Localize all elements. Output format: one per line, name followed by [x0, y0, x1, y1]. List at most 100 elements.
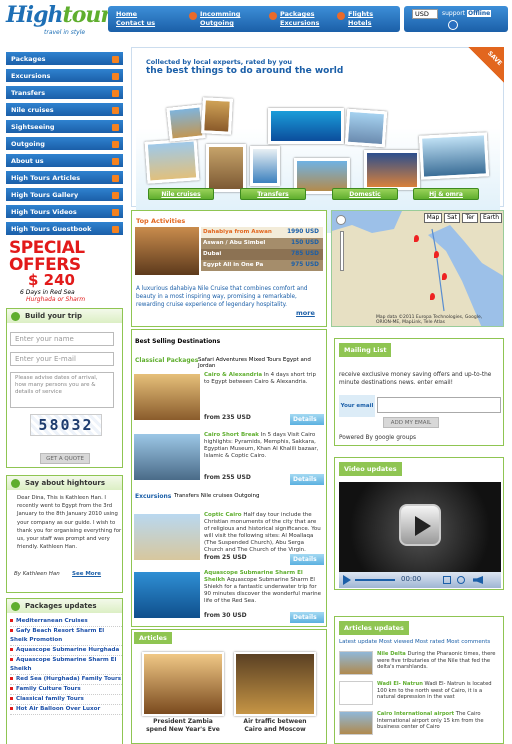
nav-hotels[interactable]: Hotels: [348, 19, 373, 28]
notes-textarea[interactable]: Please advise dates of arrival, how many…: [10, 372, 114, 408]
sidebar-item-transfers[interactable]: Transfers: [6, 86, 123, 101]
play-button[interactable]: [399, 504, 441, 546]
details-button[interactable]: Details: [290, 414, 324, 425]
activity-row[interactable]: Aswan / Abu Simbel 150 USD: [201, 238, 323, 249]
map-type-sat[interactable]: Sat: [444, 213, 460, 223]
hero-photo-6[interactable]: [344, 108, 388, 148]
sidebar-item-high-tours-articles[interactable]: High Tours Articles: [6, 171, 123, 186]
details-button[interactable]: Details: [290, 612, 324, 623]
map-type-map[interactable]: Map: [424, 213, 442, 223]
map-marker-icon[interactable]: [434, 251, 439, 258]
article-update-image[interactable]: [339, 651, 373, 675]
hero-photo-2[interactable]: [201, 97, 233, 135]
video-player[interactable]: 00:00: [339, 482, 501, 588]
article-caption-1[interactable]: President Zambia spend New Year's Eve: [144, 718, 222, 734]
nav-flights[interactable]: Flights: [348, 10, 373, 19]
package-update-link[interactable]: Gafy Beach Resort Sharm El Sheik Promoti…: [10, 627, 122, 646]
rss-icon[interactable]: [112, 175, 119, 182]
sidebar-item-high-tours-gallery[interactable]: High Tours Gallery: [6, 188, 123, 203]
rss-icon[interactable]: [112, 192, 119, 199]
package-update-link[interactable]: Family Culture Tours: [10, 685, 122, 695]
settings-icon[interactable]: [457, 576, 465, 584]
tour-title[interactable]: Cairo Short Break: [204, 432, 259, 438]
rss-icon[interactable]: [112, 90, 119, 97]
tour-title[interactable]: Coptic Cairo: [204, 512, 242, 518]
tab-hajj-omra[interactable]: Hj & omra: [413, 188, 479, 200]
name-input[interactable]: Enter your name: [10, 332, 114, 346]
excursions-tab[interactable]: Excursions: [135, 493, 171, 500]
sidebar-item-nile-cruises[interactable]: Nile cruises: [6, 103, 123, 118]
map-marker-icon[interactable]: [430, 293, 435, 300]
google-map[interactable]: Map Sat Ter Earth Map data ©2011 Europa …: [331, 210, 504, 327]
map-type-ter[interactable]: Ter: [462, 213, 478, 223]
currency-select[interactable]: USD: [412, 9, 438, 19]
support-status[interactable]: support Offline: [442, 9, 492, 19]
sidebar-item-outgoing[interactable]: Outgoing: [6, 137, 123, 152]
rss-icon[interactable]: [112, 124, 119, 131]
activity-row[interactable]: Egypt All in One Pa 975 USD: [201, 260, 323, 271]
sidebar-item-packages[interactable]: Packages: [6, 52, 123, 67]
rss-icon[interactable]: [112, 209, 119, 216]
nav-incoming[interactable]: Incomming: [200, 10, 240, 19]
special-offer-banner[interactable]: SPECIAL OFFERS $ 240 6 Days in Red Sea Hu…: [6, 240, 123, 304]
tab-transfers[interactable]: Transfers: [240, 188, 306, 200]
tour-image[interactable]: [134, 514, 200, 560]
see-more-link[interactable]: See More: [72, 571, 101, 577]
volume-icon[interactable]: [473, 576, 483, 584]
control-play-icon[interactable]: [343, 575, 351, 585]
rss-icon[interactable]: [112, 226, 119, 233]
article-caption-2[interactable]: Air traffic between Cairo and Moscow: [236, 718, 314, 734]
fullscreen-icon[interactable]: [443, 576, 451, 584]
tour-image[interactable]: [134, 374, 200, 420]
get-quote-button[interactable]: GET A QUOTE: [40, 453, 90, 464]
tab-domestic[interactable]: Domestic: [332, 188, 398, 200]
activity-row[interactable]: Dahabiya from Aswan 1990 USD: [201, 227, 323, 238]
hero-photo-3[interactable]: [206, 144, 246, 192]
map-type-earth[interactable]: Earth: [480, 213, 502, 223]
mailing-email-input[interactable]: [377, 397, 501, 413]
rss-icon[interactable]: [112, 141, 119, 148]
tour-title[interactable]: Cairo & Alexandria: [204, 372, 262, 378]
article-update-title[interactable]: Wadi El- Natrun: [377, 681, 423, 687]
excursions-subtabs[interactable]: Transfers Nile cruises Outgoing: [174, 493, 260, 499]
map-zoom-slider[interactable]: [340, 231, 344, 271]
package-update-link[interactable]: Classical family Tours: [10, 695, 122, 705]
rss-icon[interactable]: [112, 73, 119, 80]
nav-excursions[interactable]: Excursions: [280, 19, 319, 28]
map-marker-icon[interactable]: [414, 235, 419, 242]
article-image-1[interactable]: [142, 652, 224, 716]
details-button[interactable]: Details: [290, 474, 324, 485]
email-input[interactable]: Enter your E-mail: [10, 352, 114, 366]
site-logo[interactable]: Hightours travel in style: [6, 2, 123, 40]
classical-tab[interactable]: Classical Packages: [135, 357, 198, 364]
package-update-link[interactable]: Aquascope Submarine Sharm El Sheikh: [10, 656, 122, 675]
article-update-title[interactable]: Nile Delta: [377, 651, 406, 657]
sidebar-item-high-tours-videos[interactable]: High Tours Videos: [6, 205, 123, 220]
articles-tabs[interactable]: Latest update Most viewed Most rated Mos…: [339, 639, 490, 645]
article-update-image[interactable]: [339, 681, 373, 705]
rss-icon[interactable]: [112, 158, 119, 165]
hero-photo-4[interactable]: [250, 146, 280, 186]
sidebar-item-excursions[interactable]: Excursions: [6, 69, 123, 84]
rss-icon[interactable]: [112, 56, 119, 63]
hero-photo-diving[interactable]: [268, 108, 344, 144]
hero-photo-cruise[interactable]: [418, 132, 490, 180]
map-pan-icon[interactable]: [336, 215, 346, 225]
sidebar-item-high-tours-guestbook[interactable]: High Tours Guestbook: [6, 222, 123, 237]
seek-bar[interactable]: [355, 579, 395, 581]
nav-packages[interactable]: Packages: [280, 10, 319, 19]
sidebar-item-about-us[interactable]: About us: [6, 154, 123, 169]
nav-home[interactable]: Home: [116, 10, 155, 19]
package-update-link[interactable]: Red Sea (Hurghada) Family Tours: [10, 675, 122, 685]
sidebar-item-sightseeing[interactable]: Sightseeing: [6, 120, 123, 135]
nav-contact[interactable]: Contact us: [116, 19, 155, 28]
tour-image[interactable]: [134, 434, 200, 480]
activity-image[interactable]: [135, 227, 199, 275]
tour-image[interactable]: [134, 572, 200, 618]
globe-icon[interactable]: [448, 20, 458, 30]
article-image-2[interactable]: [234, 652, 316, 716]
hero-photo-1[interactable]: [166, 104, 206, 142]
details-button[interactable]: Details: [290, 554, 324, 565]
package-update-link[interactable]: Mediterranean Cruises: [10, 617, 122, 627]
nav-outgoing[interactable]: Outgoing: [200, 19, 240, 28]
